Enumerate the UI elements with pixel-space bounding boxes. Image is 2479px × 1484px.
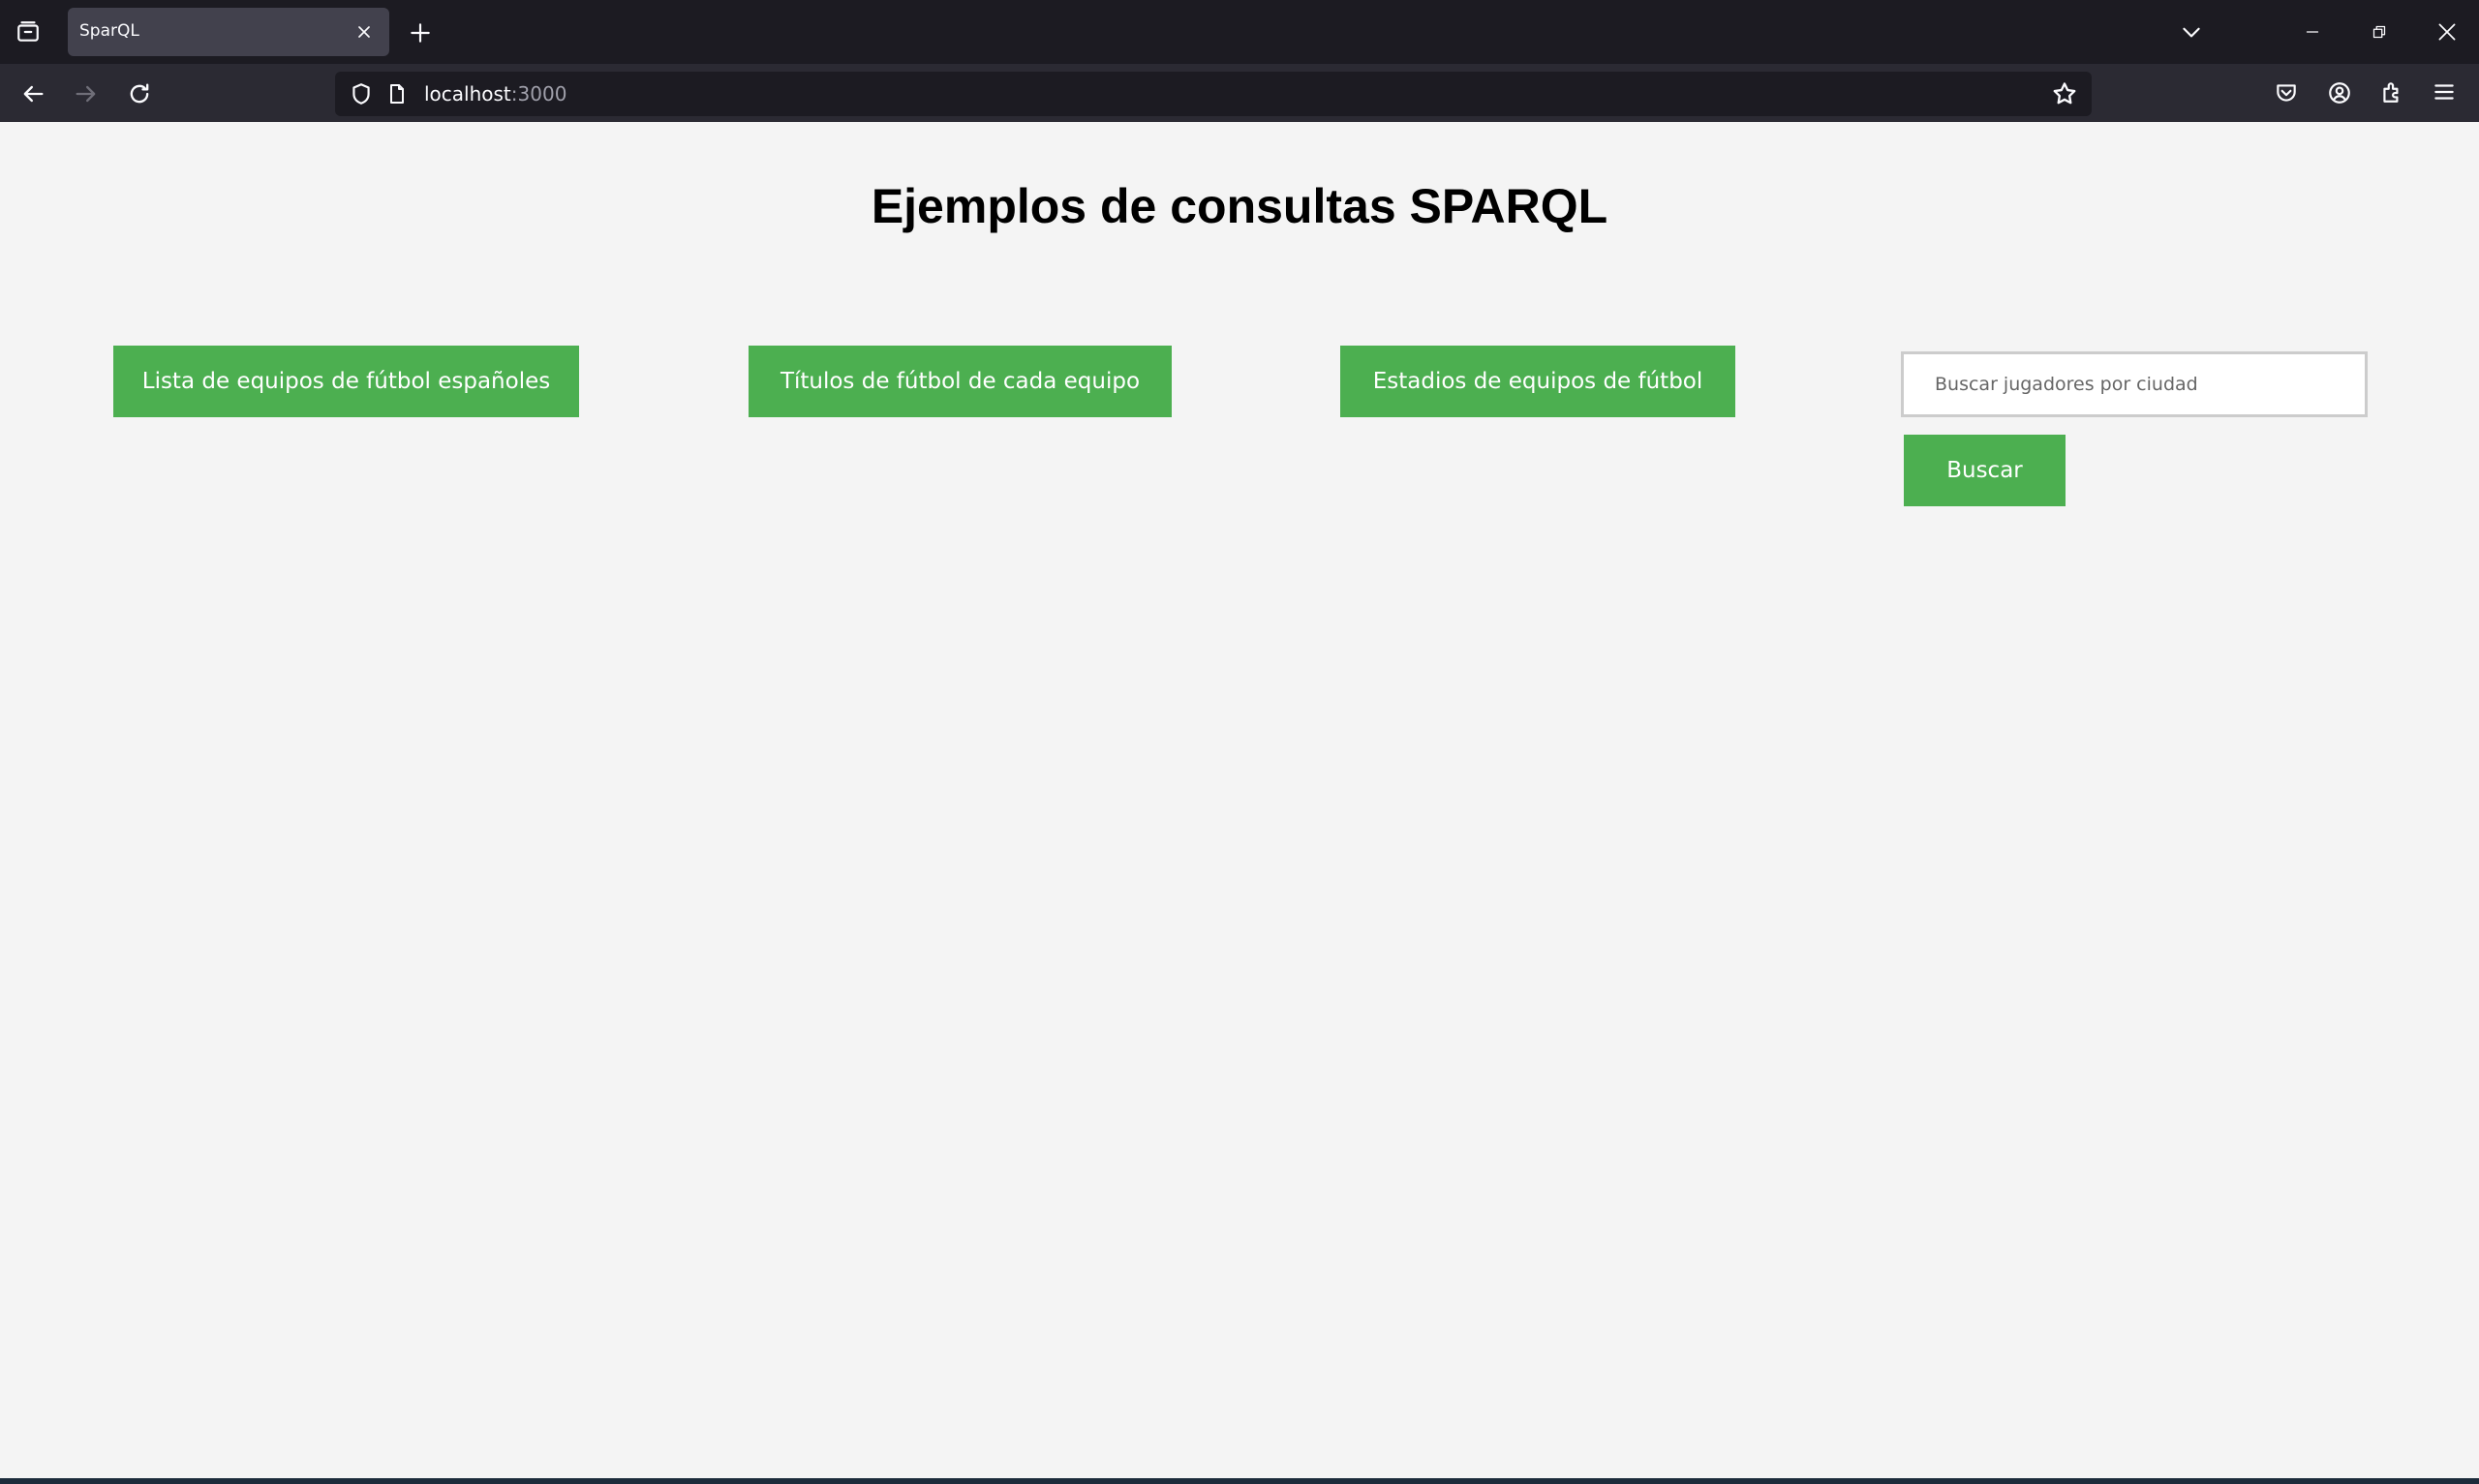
tab-list-icon[interactable] — [15, 19, 41, 45]
spanish-teams-button[interactable]: Lista de equipos de fútbol españoles — [113, 346, 579, 417]
titles-per-team-button[interactable]: Títulos de fútbol de cada equipo — [749, 346, 1172, 417]
page-content: Ejemplos de consultas SPARQL Lista de eq… — [0, 122, 2479, 1478]
tab-overflow-icon[interactable] — [2179, 19, 2204, 45]
new-tab-icon[interactable] — [408, 20, 433, 45]
stadiums-button[interactable]: Estadios de equipos de fútbol — [1340, 346, 1735, 417]
close-tab-icon[interactable] — [354, 22, 374, 42]
page-title: Ejemplos de consultas SPARQL — [871, 179, 1608, 233]
url-bar[interactable]: localhost:3000 — [335, 72, 2092, 116]
tab-bar: SparQL — [0, 0, 2479, 64]
menu-icon[interactable] — [2432, 79, 2457, 105]
forward-icon[interactable] — [73, 80, 100, 107]
url-host: localhost — [424, 82, 511, 106]
reload-icon[interactable] — [126, 80, 153, 107]
restore-icon[interactable] — [2369, 21, 2390, 43]
active-tab[interactable]: SparQL — [68, 8, 389, 56]
page-icon[interactable] — [385, 82, 409, 106]
bottom-edge — [0, 1478, 2479, 1484]
account-icon[interactable] — [2327, 80, 2352, 106]
tab-title: SparQL — [79, 21, 139, 41]
city-search-input[interactable] — [1901, 351, 2368, 417]
pocket-icon[interactable] — [2274, 80, 2299, 106]
bookmark-star-icon[interactable] — [2051, 80, 2078, 107]
back-icon[interactable] — [19, 80, 46, 107]
url-port: :3000 — [510, 82, 567, 106]
search-button[interactable]: Buscar — [1904, 435, 2066, 506]
close-window-icon[interactable] — [2434, 19, 2460, 45]
extensions-icon[interactable] — [2379, 79, 2404, 105]
url-text: localhost:3000 — [424, 82, 566, 106]
shield-icon[interactable] — [349, 81, 374, 106]
minimize-icon[interactable] — [2301, 21, 2324, 43]
